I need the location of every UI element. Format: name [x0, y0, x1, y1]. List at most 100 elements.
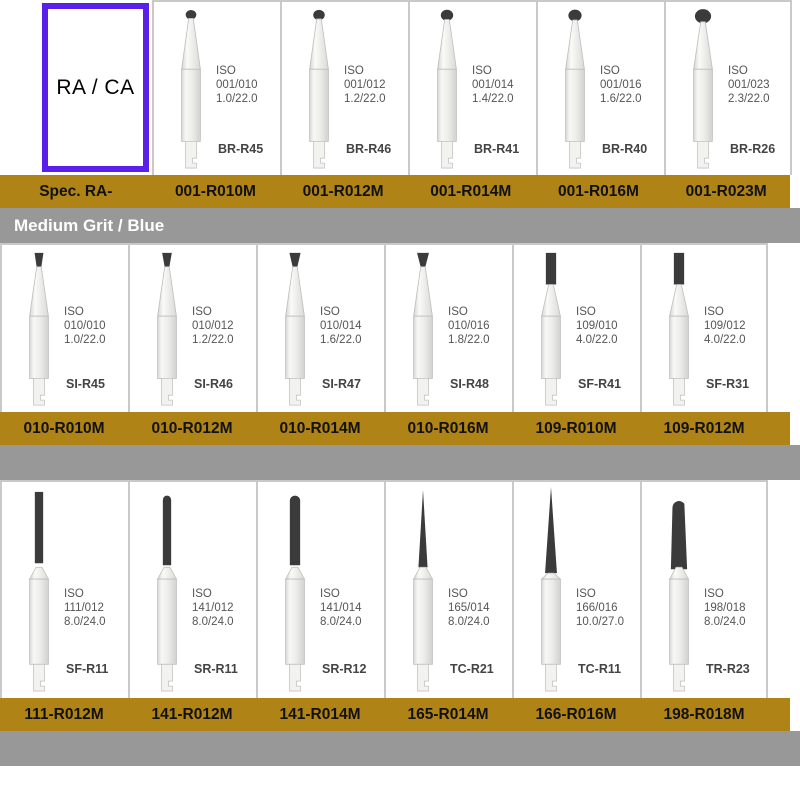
order-number[interactable]: 001-R023M [662, 183, 790, 201]
iso-number: 109/010 [576, 320, 618, 333]
iso-number: 198/018 [704, 602, 746, 615]
iso-label: ISO [320, 588, 340, 600]
bur-code: SF-R41 [578, 377, 622, 391]
iso-number: 001/014 [472, 79, 514, 92]
iso-number: 109/012 [704, 320, 746, 333]
order-number[interactable]: 010-R010M [0, 420, 128, 438]
iso-number: 165/014 [448, 602, 490, 615]
bur-cell[interactable]: ISO 001/023 2.3/22.0 BR-R26 [664, 0, 792, 175]
bur-iso-info: ISO 001/016 1.6/22.0 [600, 64, 666, 106]
iso-number: 111/012 [64, 602, 104, 615]
bur-cell[interactable]: ISO 010/012 1.2/22.0 SI-R46 [128, 243, 256, 412]
order-number[interactable]: 010-R014M [256, 420, 384, 438]
bur-iso-info: ISO 111/012 8.0/24.0 [64, 587, 130, 629]
bur-cell[interactable]: ISO 001/010 1.0/22.0 BR-R45 [152, 0, 280, 175]
bur-code: BR-R26 [730, 142, 776, 156]
divider-band-2 [0, 445, 800, 480]
bur-illustration-icon [160, 2, 222, 175]
order-number-band-2: 010-R010M 010-R012M 010-R014M 010-R016M 109-… [0, 412, 790, 445]
iso-number: 010/010 [64, 320, 106, 333]
order-number[interactable]: 109-R012M [640, 420, 768, 438]
bur-cell[interactable]: ISO 010/016 1.8/22.0 SI-R48 [384, 243, 512, 412]
bur-iso-info: ISO 141/012 8.0/24.0 [192, 587, 258, 629]
iso-number: 010/012 [192, 320, 234, 333]
bur-cell[interactable]: ISO 198/018 8.0/24.0 TR-R23 [640, 480, 768, 698]
bur-illustration-icon [544, 2, 606, 175]
iso-label: ISO [576, 306, 596, 318]
order-number[interactable]: 165-R014M [384, 706, 512, 724]
bur-code: SI-R48 [450, 377, 489, 391]
order-number[interactable]: 001-R010M [152, 183, 280, 201]
order-number[interactable]: 010-R012M [128, 420, 256, 438]
iso-label: ISO [472, 65, 492, 77]
bur-iso-info: ISO 109/010 4.0/22.0 [576, 305, 642, 347]
iso-size: 1.4/22.0 [472, 93, 514, 106]
iso-number: 001/023 [728, 79, 770, 92]
bur-code: SI-R47 [322, 377, 361, 391]
bur-iso-info: ISO 010/010 1.0/22.0 [64, 305, 130, 347]
bur-iso-info: ISO 001/010 1.0/22.0 [216, 64, 282, 106]
bur-code: SR-R11 [194, 662, 238, 676]
iso-size: 8.0/24.0 [704, 616, 746, 629]
bur-cell[interactable]: ISO 010/010 1.0/22.0 SI-R45 [0, 243, 128, 412]
bur-illustration-icon [136, 245, 198, 412]
bur-illustration-icon [648, 482, 710, 698]
order-number[interactable]: 001-R016M [535, 183, 663, 201]
iso-label: ISO [320, 306, 340, 318]
ra-ca-label: RA / CA [56, 75, 135, 99]
bur-cell[interactable]: ISO 111/012 8.0/24.0 SF-R11 [0, 480, 128, 698]
iso-label: ISO [344, 65, 364, 77]
bur-cell[interactable]: ISO 001/016 1.6/22.0 BR-R40 [536, 0, 664, 175]
bur-cell[interactable]: ISO 141/012 8.0/24.0 SR-R11 [128, 480, 256, 698]
bur-illustration-icon [672, 2, 734, 175]
iso-label: ISO [216, 65, 236, 77]
order-number[interactable]: 198-R018M [640, 706, 768, 724]
bur-code: BR-R45 [218, 142, 264, 156]
iso-number: 001/012 [344, 79, 386, 92]
iso-label: ISO [64, 306, 84, 318]
order-number[interactable]: 109-R010M [512, 420, 640, 438]
order-number[interactable]: 001-R014M [407, 183, 535, 201]
iso-label: ISO [448, 588, 468, 600]
iso-number: 141/014 [320, 602, 362, 615]
spec-prefix-label: Spec. RA- [39, 182, 113, 200]
bur-iso-info: ISO 198/018 8.0/24.0 [704, 587, 770, 629]
ra-ca-legend-box: RA / CA [42, 3, 149, 172]
iso-label: ISO [728, 65, 748, 77]
order-number-band-1: Spec. RA- 001-R010M 001-R012M 001-R014M 001-… [0, 175, 790, 208]
iso-size: 8.0/24.0 [320, 616, 362, 629]
bur-cell[interactable]: ISO 109/010 4.0/22.0 SF-R41 [512, 243, 640, 412]
bur-cell[interactable]: ISO 010/014 1.6/22.0 SI-R47 [256, 243, 384, 412]
bur-code: SI-R46 [194, 377, 233, 391]
order-number[interactable]: 010-R016M [384, 420, 512, 438]
bur-cell[interactable]: ISO 001/012 1.2/22.0 BR-R46 [280, 0, 408, 175]
bur-code: SF-R11 [66, 662, 109, 676]
iso-size: 1.2/22.0 [192, 334, 234, 347]
bur-illustration-icon [8, 482, 70, 698]
bur-cell[interactable]: ISO 001/014 1.4/22.0 BR-R41 [408, 0, 536, 175]
iso-size: 4.0/22.0 [704, 334, 746, 347]
bur-cell[interactable]: ISO 166/016 10.0/27.0 TC-R11 [512, 480, 640, 698]
bur-cell[interactable]: ISO 141/014 8.0/24.0 SR-R12 [256, 480, 384, 698]
order-number[interactable]: 141-R014M [256, 706, 384, 724]
bur-illustration-icon [520, 245, 582, 412]
bur-iso-info: ISO 001/023 2.3/22.0 [728, 64, 794, 106]
order-number[interactable]: 111-R012M [0, 706, 128, 724]
order-number[interactable]: 141-R012M [128, 706, 256, 724]
bur-illustration-icon [648, 245, 710, 412]
order-number[interactable]: 001-R012M [279, 183, 407, 201]
iso-label: ISO [704, 306, 724, 318]
iso-number: 141/012 [192, 602, 234, 615]
bur-illustration-icon [8, 245, 70, 412]
iso-label: ISO [704, 588, 724, 600]
bur-cell[interactable]: ISO 109/012 4.0/22.0 SF-R31 [640, 243, 768, 412]
order-number[interactable]: 166-R016M [512, 706, 640, 724]
iso-size: 1.6/22.0 [600, 93, 642, 106]
bur-code: SR-R12 [322, 662, 367, 676]
bur-cell[interactable]: ISO 165/014 8.0/24.0 TC-R21 [384, 480, 512, 698]
iso-size: 8.0/24.0 [64, 616, 106, 629]
bur-iso-info: ISO 001/012 1.2/22.0 [344, 64, 410, 106]
bur-row-3: ISO 111/012 8.0/24.0 SF-R11 ISO 141/012 8… [0, 480, 800, 698]
bur-illustration-icon [416, 2, 478, 175]
bur-iso-info: ISO 141/014 8.0/24.0 [320, 587, 386, 629]
